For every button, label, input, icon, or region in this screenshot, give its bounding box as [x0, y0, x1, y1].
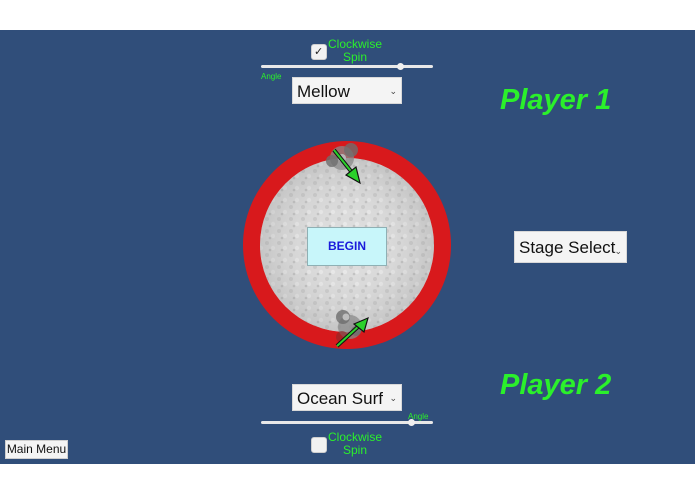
chevron-down-icon: ⌄: [389, 393, 397, 403]
player-2-label: Player 2: [500, 369, 612, 401]
p2-top-dropdown-value: Ocean Surf: [297, 389, 383, 408]
p2-angle-slider-handle[interactable]: [408, 419, 415, 426]
stage-select-value: Stage Select: [519, 238, 616, 257]
p2-clockwise-label: Clockwise Spin: [327, 430, 382, 457]
main-menu-button[interactable]: Main Menu: [5, 440, 68, 459]
stage-select-dropdown[interactable]: Stage Select ⌄: [514, 231, 627, 263]
chevron-down-icon: ⌄: [614, 246, 622, 256]
p2-clockwise-checkbox[interactable]: [311, 437, 327, 453]
begin-button[interactable]: BEGIN: [307, 227, 387, 266]
p2-top-dropdown[interactable]: Ocean Surf ⌄: [292, 384, 402, 411]
